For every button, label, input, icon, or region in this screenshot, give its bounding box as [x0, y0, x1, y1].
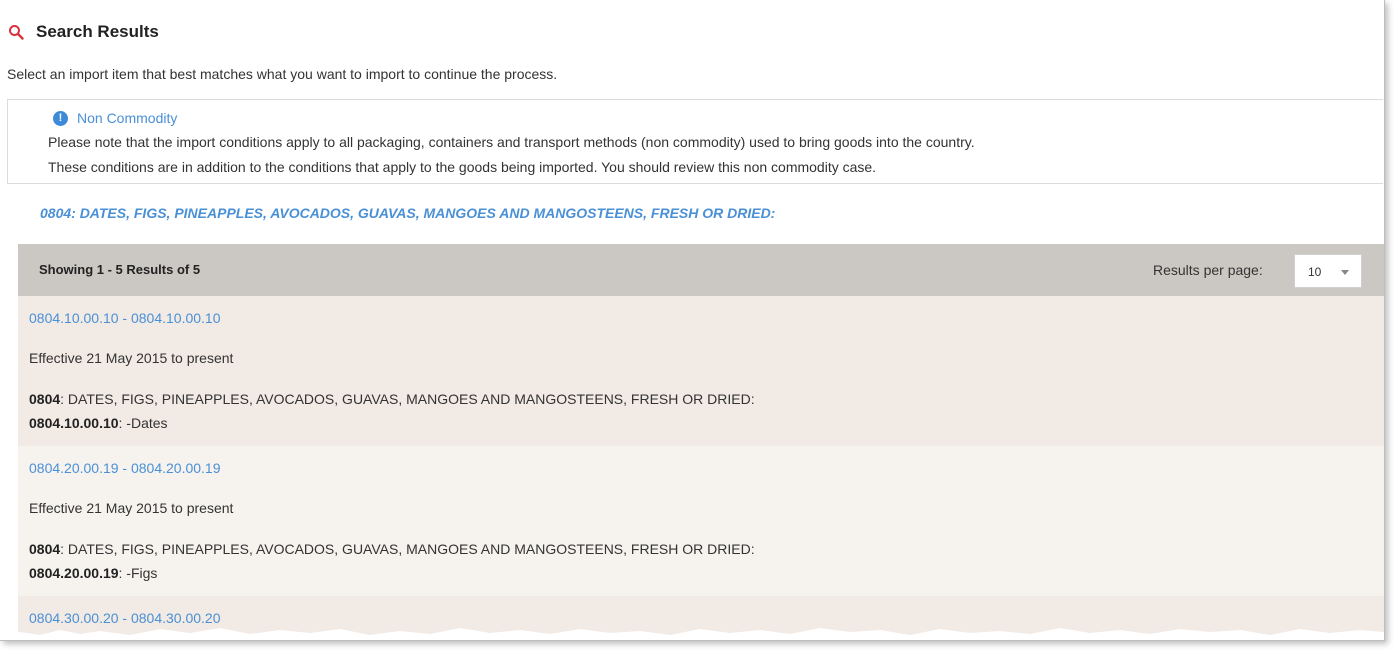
results-toolbar: Showing 1 - 5 Results of 5 Results per p… [18, 244, 1384, 296]
chevron-down-icon [1341, 270, 1349, 275]
parent-code: 0804 [29, 541, 61, 557]
parent-desc: : DATES, FIGS, PINEAPPLES, AVOCADOS, GUA… [60, 541, 755, 557]
result-parent-description: 0804: DATES, FIGS, PINEAPPLES, AVOCADOS,… [29, 391, 755, 407]
search-results-panel: Search Results Select an import item tha… [0, 0, 1385, 641]
item-desc: : -Dates [118, 415, 168, 431]
item-code: 0804.20.00.19 [29, 565, 119, 581]
notice-heading[interactable]: ! Non Commodity [53, 110, 177, 126]
intro-text: Select an import item that best matches … [7, 66, 558, 82]
results-per-page-select[interactable]: 10 [1294, 254, 1362, 288]
info-icon: ! [53, 110, 68, 126]
page-title-text: Search Results [36, 22, 159, 41]
parent-code: 0804 [29, 391, 61, 407]
result-item: 0804.20.00.19 - 0804.20.00.19 Effective … [18, 446, 1384, 596]
chapter-heading-link[interactable]: 0804: DATES, FIGS, PINEAPPLES, AVOCADOS,… [40, 205, 775, 221]
search-icon [9, 25, 24, 40]
result-item-description: 0804.10.00.10: -Dates [29, 415, 168, 431]
results-per-page-label: Results per page: [1153, 262, 1263, 278]
result-effective-date: Effective 21 May 2015 to present [29, 500, 234, 516]
results-per-page-value: 10 [1308, 265, 1322, 279]
result-code-link[interactable]: 0804.10.00.10 - 0804.10.00.10 [29, 310, 221, 326]
result-parent-description: 0804: DATES, FIGS, PINEAPPLES, AVOCADOS,… [29, 541, 755, 557]
torn-edge [0, 628, 1384, 640]
parent-desc: : DATES, FIGS, PINEAPPLES, AVOCADOS, GUA… [60, 391, 755, 407]
result-item: 0804.10.00.10 - 0804.10.00.10 Effective … [18, 296, 1384, 446]
notice-title[interactable]: Non Commodity [77, 110, 177, 126]
result-effective-date: Effective 21 May 2015 to present [29, 350, 234, 366]
notice-line-2: These conditions are in addition to the … [48, 159, 877, 175]
item-desc: : -Figs [118, 565, 158, 581]
item-code: 0804.10.00.10 [29, 415, 119, 431]
page-title: Search Results [8, 22, 159, 42]
result-item-description: 0804.20.00.19: -Figs [29, 565, 157, 581]
non-commodity-notice: ! Non Commodity Please note that the imp… [7, 99, 1383, 184]
notice-line-1: Please note that the import conditions a… [48, 134, 975, 150]
results-count: Showing 1 - 5 Results of 5 [39, 262, 201, 277]
result-code-link[interactable]: 0804.20.00.19 - 0804.20.00.19 [29, 460, 221, 476]
